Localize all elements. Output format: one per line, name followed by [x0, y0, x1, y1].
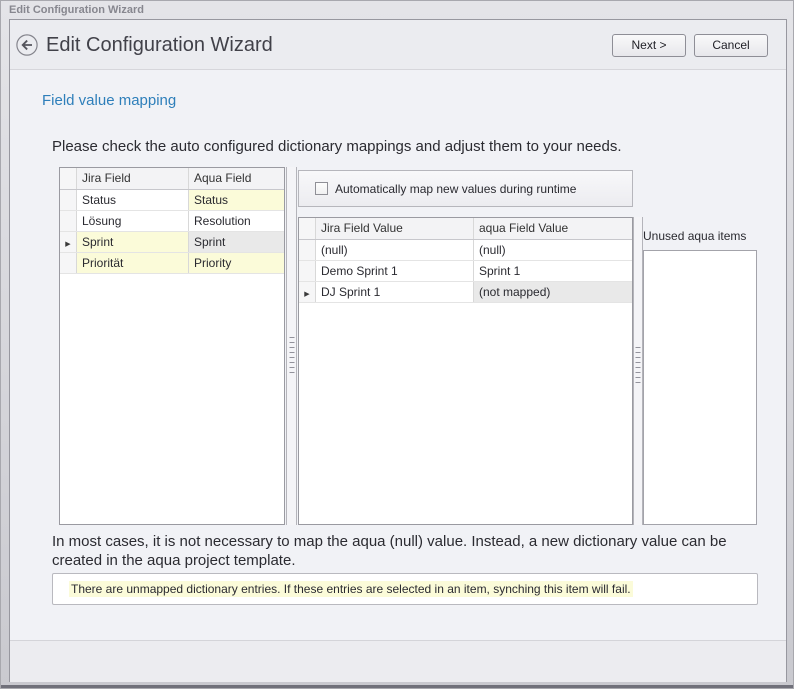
wizard-dialog: Edit Configuration Wizard Field value ma…: [9, 19, 787, 682]
warning-text: There are unmapped dictionary entries. I…: [69, 581, 633, 597]
row-selector-header: [299, 218, 316, 239]
table-row-selected: ▶ Sprint Sprint: [60, 232, 284, 253]
auto-map-checkbox[interactable]: [315, 182, 328, 195]
row-selector[interactable]: ▶: [60, 232, 77, 252]
table-row-selected: ▶ DJ Sprint 1 (not mapped): [299, 282, 632, 303]
splitter-grip-icon: [289, 337, 294, 373]
splitter-handle[interactable]: [286, 167, 297, 525]
splitter-handle[interactable]: [633, 217, 643, 525]
column-header-aqua-field[interactable]: Aqua Field: [189, 168, 284, 189]
grid-cell[interactable]: Sprint 1: [474, 261, 632, 281]
section-title: Field value mapping: [42, 92, 176, 109]
footer-bar: [10, 640, 786, 682]
row-selector[interactable]: [60, 211, 77, 231]
row-selector[interactable]: [60, 190, 77, 210]
value-mapping-grid: Jira Field Value aqua Field Value (null)…: [298, 217, 633, 525]
app-window: { "window": { "titlebar_title": "Edit Co…: [0, 0, 794, 689]
unused-aqua-items-list[interactable]: [643, 250, 757, 525]
table-row: Status Status: [60, 190, 284, 211]
column-header-jira-field[interactable]: Jira Field: [77, 168, 189, 189]
next-button[interactable]: Next >: [612, 34, 686, 57]
row-selector[interactable]: [60, 253, 77, 273]
grid-cell[interactable]: Lösung: [77, 211, 189, 231]
grid-cell[interactable]: Demo Sprint 1: [316, 261, 474, 281]
grid-cell[interactable]: DJ Sprint 1: [316, 282, 474, 302]
row-selector[interactable]: ▶: [299, 282, 316, 302]
row-selector-header: [60, 168, 77, 189]
grid-cell[interactable]: Sprint: [77, 232, 189, 252]
column-header-jira-field-value[interactable]: Jira Field Value: [316, 218, 474, 239]
cancel-button[interactable]: Cancel: [694, 34, 768, 57]
grid-cell[interactable]: Sprint: [189, 232, 284, 252]
splitter-grip-icon: [636, 347, 641, 383]
table-row: (null) (null): [299, 240, 632, 261]
grid-cell[interactable]: Priorität: [77, 253, 189, 273]
instruction-text: Please check the auto configured diction…: [52, 138, 622, 155]
arrow-left-circle-icon: [16, 34, 38, 56]
column-header-aqua-field-value[interactable]: aqua Field Value: [474, 218, 632, 239]
grid-cell[interactable]: Status: [189, 190, 284, 210]
field-grid-header: Jira Field Aqua Field: [60, 168, 284, 190]
row-selector[interactable]: [299, 240, 316, 260]
runtime-mapping-panel: Automatically map new values during runt…: [298, 170, 633, 207]
grid-cell[interactable]: Resolution: [189, 211, 284, 231]
unused-aqua-items-label: Unused aqua items: [643, 229, 746, 243]
value-grid-header: Jira Field Value aqua Field Value: [299, 218, 632, 240]
grid-cell[interactable]: Priority: [189, 253, 284, 273]
warning-box: There are unmapped dictionary entries. I…: [52, 573, 758, 605]
table-row: Lösung Resolution: [60, 211, 284, 232]
grid-cell[interactable]: (null): [474, 240, 632, 260]
grid-cell[interactable]: Status: [77, 190, 189, 210]
grid-cell[interactable]: (not mapped): [474, 282, 632, 302]
grid-cell[interactable]: (null): [316, 240, 474, 260]
page-title: Edit Configuration Wizard: [46, 20, 273, 70]
table-row: Demo Sprint 1 Sprint 1: [299, 261, 632, 282]
field-mapping-grid: Jira Field Aqua Field Status Status Lösu…: [59, 167, 285, 525]
row-selector[interactable]: [299, 261, 316, 281]
auto-map-checkbox-label: Automatically map new values during runt…: [335, 182, 576, 196]
table-row: Priorität Priority: [60, 253, 284, 274]
window-titlebar-title: Edit Configuration Wizard: [9, 4, 144, 16]
current-row-arrow-icon: ▶: [65, 241, 70, 248]
window-bottom-edge: [1, 685, 793, 688]
null-mapping-note: In most cases, it is not necessary to ma…: [52, 532, 768, 570]
back-button[interactable]: [16, 34, 38, 56]
current-row-arrow-icon: ▶: [304, 291, 309, 298]
